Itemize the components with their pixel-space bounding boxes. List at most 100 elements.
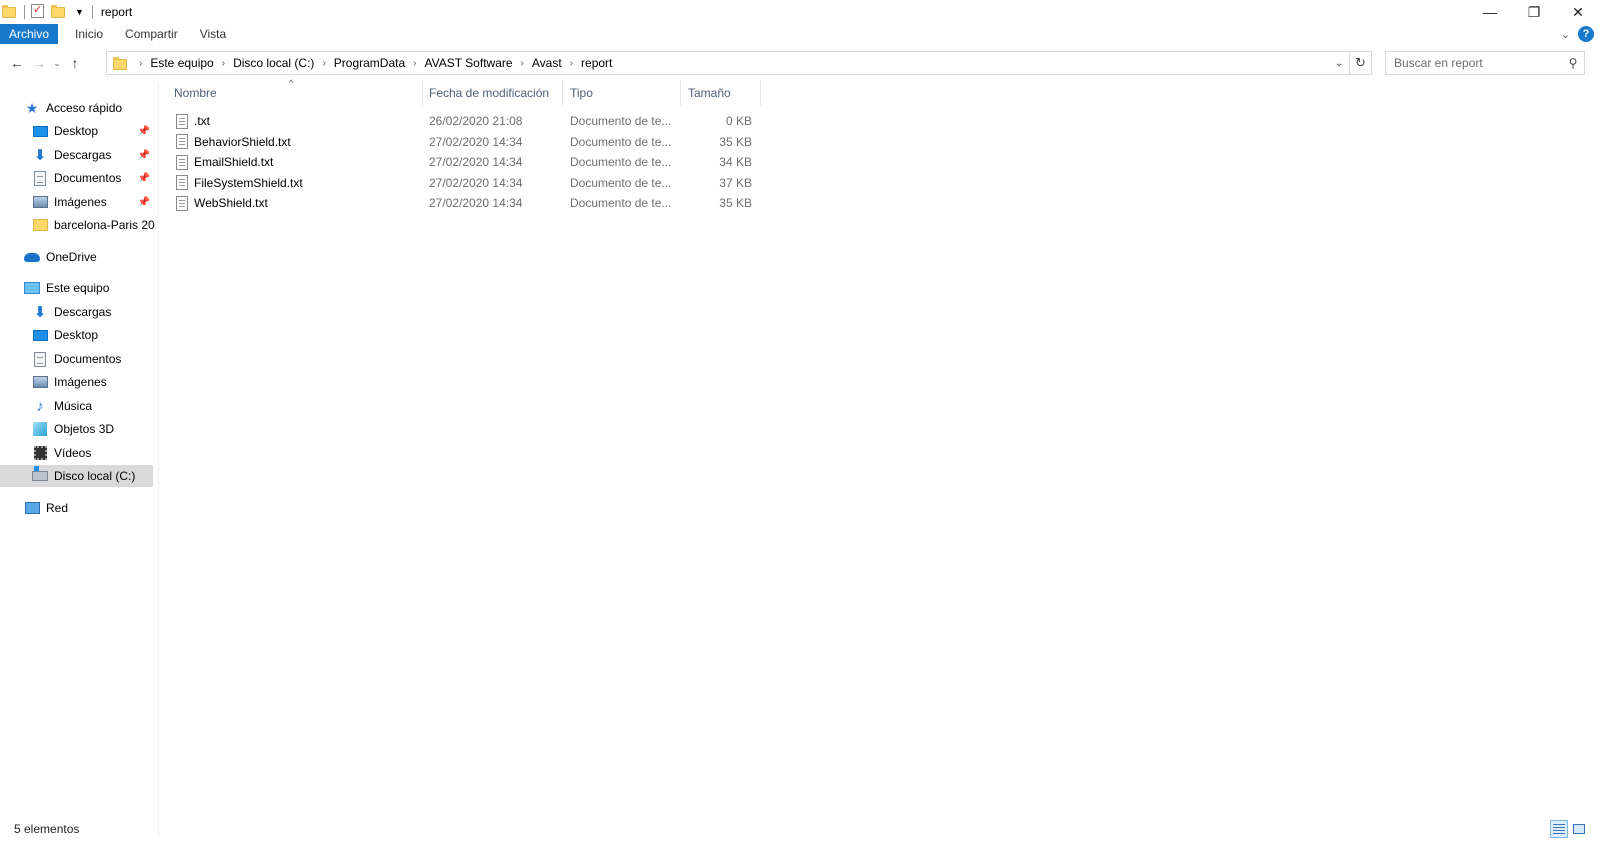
expand-ribbon-icon[interactable]: ⌄: [1561, 28, 1570, 41]
navigation-bar: ← → ⌄ ↑ › Este equipo › Disco local (C:)…: [0, 50, 1600, 76]
restore-button[interactable]: ❐: [1512, 0, 1556, 24]
nav-label: Desktop: [54, 124, 99, 138]
close-button[interactable]: ✕: [1556, 0, 1600, 24]
title-bar: ▼ report — ❐ ✕: [0, 0, 1600, 24]
pin-icon[interactable]: 📌: [138, 197, 150, 208]
nav-musica[interactable]: ♪ Música: [0, 395, 156, 417]
pin-icon[interactable]: 📌: [138, 126, 150, 137]
nav-videos[interactable]: Vídeos: [0, 442, 156, 464]
help-icon[interactable]: ?: [1578, 26, 1594, 42]
nav-label: Desktop: [54, 328, 99, 342]
file-date: 26/02/2020 21:08: [429, 114, 523, 128]
file-name: BehaviorShield.txt: [194, 134, 291, 149]
chevron-right-icon[interactable]: ›: [562, 58, 581, 69]
image-icon: [32, 194, 48, 210]
nav-documentos[interactable]: Documentos: [0, 348, 156, 370]
desktop-icon: [32, 327, 48, 343]
file-row[interactable]: .txt 26/02/2020 21:08 Documento de te...…: [166, 111, 766, 131]
file-type: Documento de te...: [570, 155, 672, 169]
properties-icon[interactable]: [31, 3, 47, 20]
nav-red[interactable]: Red: [0, 497, 156, 519]
minimize-button[interactable]: —: [1468, 0, 1512, 24]
up-button[interactable]: ↑: [64, 51, 86, 75]
tab-inicio[interactable]: Inicio: [64, 24, 114, 44]
nav-label: Descargas: [54, 148, 112, 162]
nav-desktop-pinned[interactable]: Desktop 📌: [0, 120, 156, 142]
nav-este-equipo[interactable]: Este equipo: [0, 277, 156, 299]
text-file-icon: [176, 195, 188, 211]
column-header-name[interactable]: Nombre: [166, 80, 422, 106]
customize-toolbar-dropdown[interactable]: ▼: [75, 7, 84, 17]
refresh-icon[interactable]: ↻: [1349, 52, 1371, 74]
nav-documentos-pinned[interactable]: Documentos 📌: [0, 167, 156, 189]
folder-icon: [2, 4, 18, 20]
nav-label: Descargas: [54, 305, 112, 319]
nav-label: Vídeos: [54, 446, 92, 460]
breadcrumb-disco-local[interactable]: Disco local (C:): [233, 56, 314, 70]
breadcrumb-report[interactable]: report: [581, 56, 612, 70]
address-history-dropdown[interactable]: ⌄: [1331, 52, 1347, 74]
folder-icon: [32, 217, 48, 233]
nav-label: Imágenes: [54, 375, 107, 389]
nav-descargas[interactable]: ⬇ Descargas: [0, 301, 156, 323]
file-name: FileSystemShield.txt: [194, 175, 303, 190]
file-date: 27/02/2020 14:34: [429, 196, 523, 210]
column-header-size[interactable]: Tamaño: [680, 80, 760, 106]
download-icon: ⬇: [33, 304, 47, 321]
file-size: 34 KB: [719, 155, 752, 169]
music-icon: ♪: [36, 397, 44, 415]
chevron-right-icon[interactable]: ›: [314, 58, 333, 69]
nav-barcelona-folder[interactable]: barcelona-Paris 201: [0, 214, 156, 236]
nav-label: Objetos 3D: [54, 422, 115, 436]
file-row[interactable]: WebShield.txt 27/02/2020 14:34 Documento…: [166, 193, 766, 213]
breadcrumb-avast-software[interactable]: AVAST Software: [425, 56, 513, 70]
recent-locations-dropdown[interactable]: ⌄: [50, 51, 64, 75]
column-header-type[interactable]: Tipo: [562, 80, 680, 106]
file-row[interactable]: EmailShield.txt 27/02/2020 14:34 Documen…: [166, 152, 766, 172]
file-date: 27/02/2020 14:34: [429, 155, 523, 169]
file-row[interactable]: BehaviorShield.txt 27/02/2020 14:34 Docu…: [166, 132, 766, 152]
chevron-right-icon[interactable]: ›: [513, 58, 532, 69]
breadcrumb-programdata[interactable]: ProgramData: [334, 56, 405, 70]
nav-imagenes-pinned[interactable]: Imágenes 📌: [0, 191, 156, 213]
network-icon: [24, 500, 40, 516]
file-name: EmailShield.txt: [194, 155, 274, 169]
nav-label: Este equipo: [46, 281, 110, 295]
download-icon: ⬇: [33, 147, 47, 164]
search-input[interactable]: Buscar en report: [1386, 56, 1562, 70]
large-icons-view-button[interactable]: [1570, 820, 1588, 838]
column-header-date[interactable]: Fecha de modificación: [421, 80, 562, 106]
breadcrumb-este-equipo[interactable]: Este equipo: [150, 56, 213, 70]
search-icon[interactable]: ⚲: [1562, 56, 1584, 70]
tab-archivo[interactable]: Archivo: [0, 24, 59, 44]
new-folder-icon[interactable]: [51, 4, 67, 20]
nav-disco-local[interactable]: Disco local (C:): [0, 465, 153, 487]
pin-icon[interactable]: 📌: [138, 150, 150, 161]
back-button[interactable]: ←: [6, 51, 28, 75]
view-switcher: [1550, 820, 1588, 838]
nav-objetos-3d[interactable]: Objetos 3D: [0, 418, 156, 440]
nav-acceso-rapido[interactable]: ★ Acceso rápido: [0, 97, 156, 119]
search-box[interactable]: Buscar en report ⚲: [1385, 51, 1585, 75]
status-item-count: 5 elementos: [14, 822, 80, 836]
breadcrumb-avast[interactable]: Avast: [532, 56, 562, 70]
nav-imagenes[interactable]: Imágenes: [0, 371, 156, 393]
pin-icon[interactable]: 📌: [138, 173, 150, 184]
nav-descargas-pinned[interactable]: ⬇ Descargas 📌: [0, 144, 156, 166]
file-row[interactable]: FileSystemShield.txt 27/02/2020 14:34 Do…: [166, 173, 766, 193]
tab-vista[interactable]: Vista: [189, 24, 237, 44]
chevron-right-icon[interactable]: ›: [214, 58, 233, 69]
details-view-button[interactable]: [1550, 820, 1568, 838]
forward-button[interactable]: →: [28, 51, 50, 75]
chevron-right-icon[interactable]: ›: [131, 58, 150, 69]
file-size: 0 KB: [725, 114, 752, 128]
pane-divider[interactable]: [158, 82, 159, 837]
nav-label: Música: [54, 399, 93, 413]
document-icon: [32, 170, 48, 186]
tab-compartir[interactable]: Compartir: [114, 24, 189, 44]
chevron-right-icon[interactable]: ›: [405, 58, 424, 69]
column-divider[interactable]: [760, 80, 761, 106]
nav-desktop[interactable]: Desktop: [0, 324, 156, 346]
nav-onedrive[interactable]: OneDrive: [0, 246, 156, 268]
address-bar[interactable]: › Este equipo › Disco local (C:) › Progr…: [106, 51, 1372, 75]
